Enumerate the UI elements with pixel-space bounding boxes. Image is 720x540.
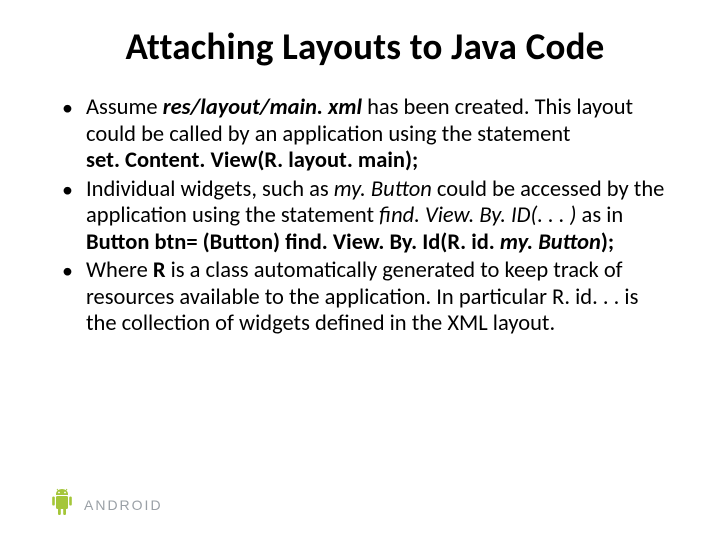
slide-title: Attaching Layouts to Java Code [60,24,670,69]
footer-logo: android [48,488,163,522]
variable-name: my. Button [334,176,432,203]
text: as in [576,202,623,229]
file-path: res/layout/main. xml [163,94,362,121]
text: Where [86,257,153,284]
android-robot-icon [48,488,76,522]
android-wordmark: android [84,497,163,513]
code-statement: set. Content. View(R. layout. main); [86,147,418,174]
code-statement: ); [601,229,614,256]
bullet-item: Where R is a class automatically generat… [60,258,670,338]
text: Assume [86,94,163,121]
text: is a class automatically generated to ke… [86,257,638,337]
bullet-item: Individual widgets, such as my. Button c… [60,177,670,257]
slide: Attaching Layouts to Java Code Assume re… [0,0,720,360]
bullet-item: Assume res/layout/main. xml has been cre… [60,95,670,175]
function-name: find. View. By. ID(. . . ) [379,202,576,229]
class-name: R [153,257,166,284]
code-variable: my. Button [500,229,601,256]
bullet-list: Assume res/layout/main. xml has been cre… [60,95,670,338]
code-statement: Button btn= (Button) find. View. By. Id(… [86,229,500,256]
text: Individual widgets, such as [86,176,334,203]
